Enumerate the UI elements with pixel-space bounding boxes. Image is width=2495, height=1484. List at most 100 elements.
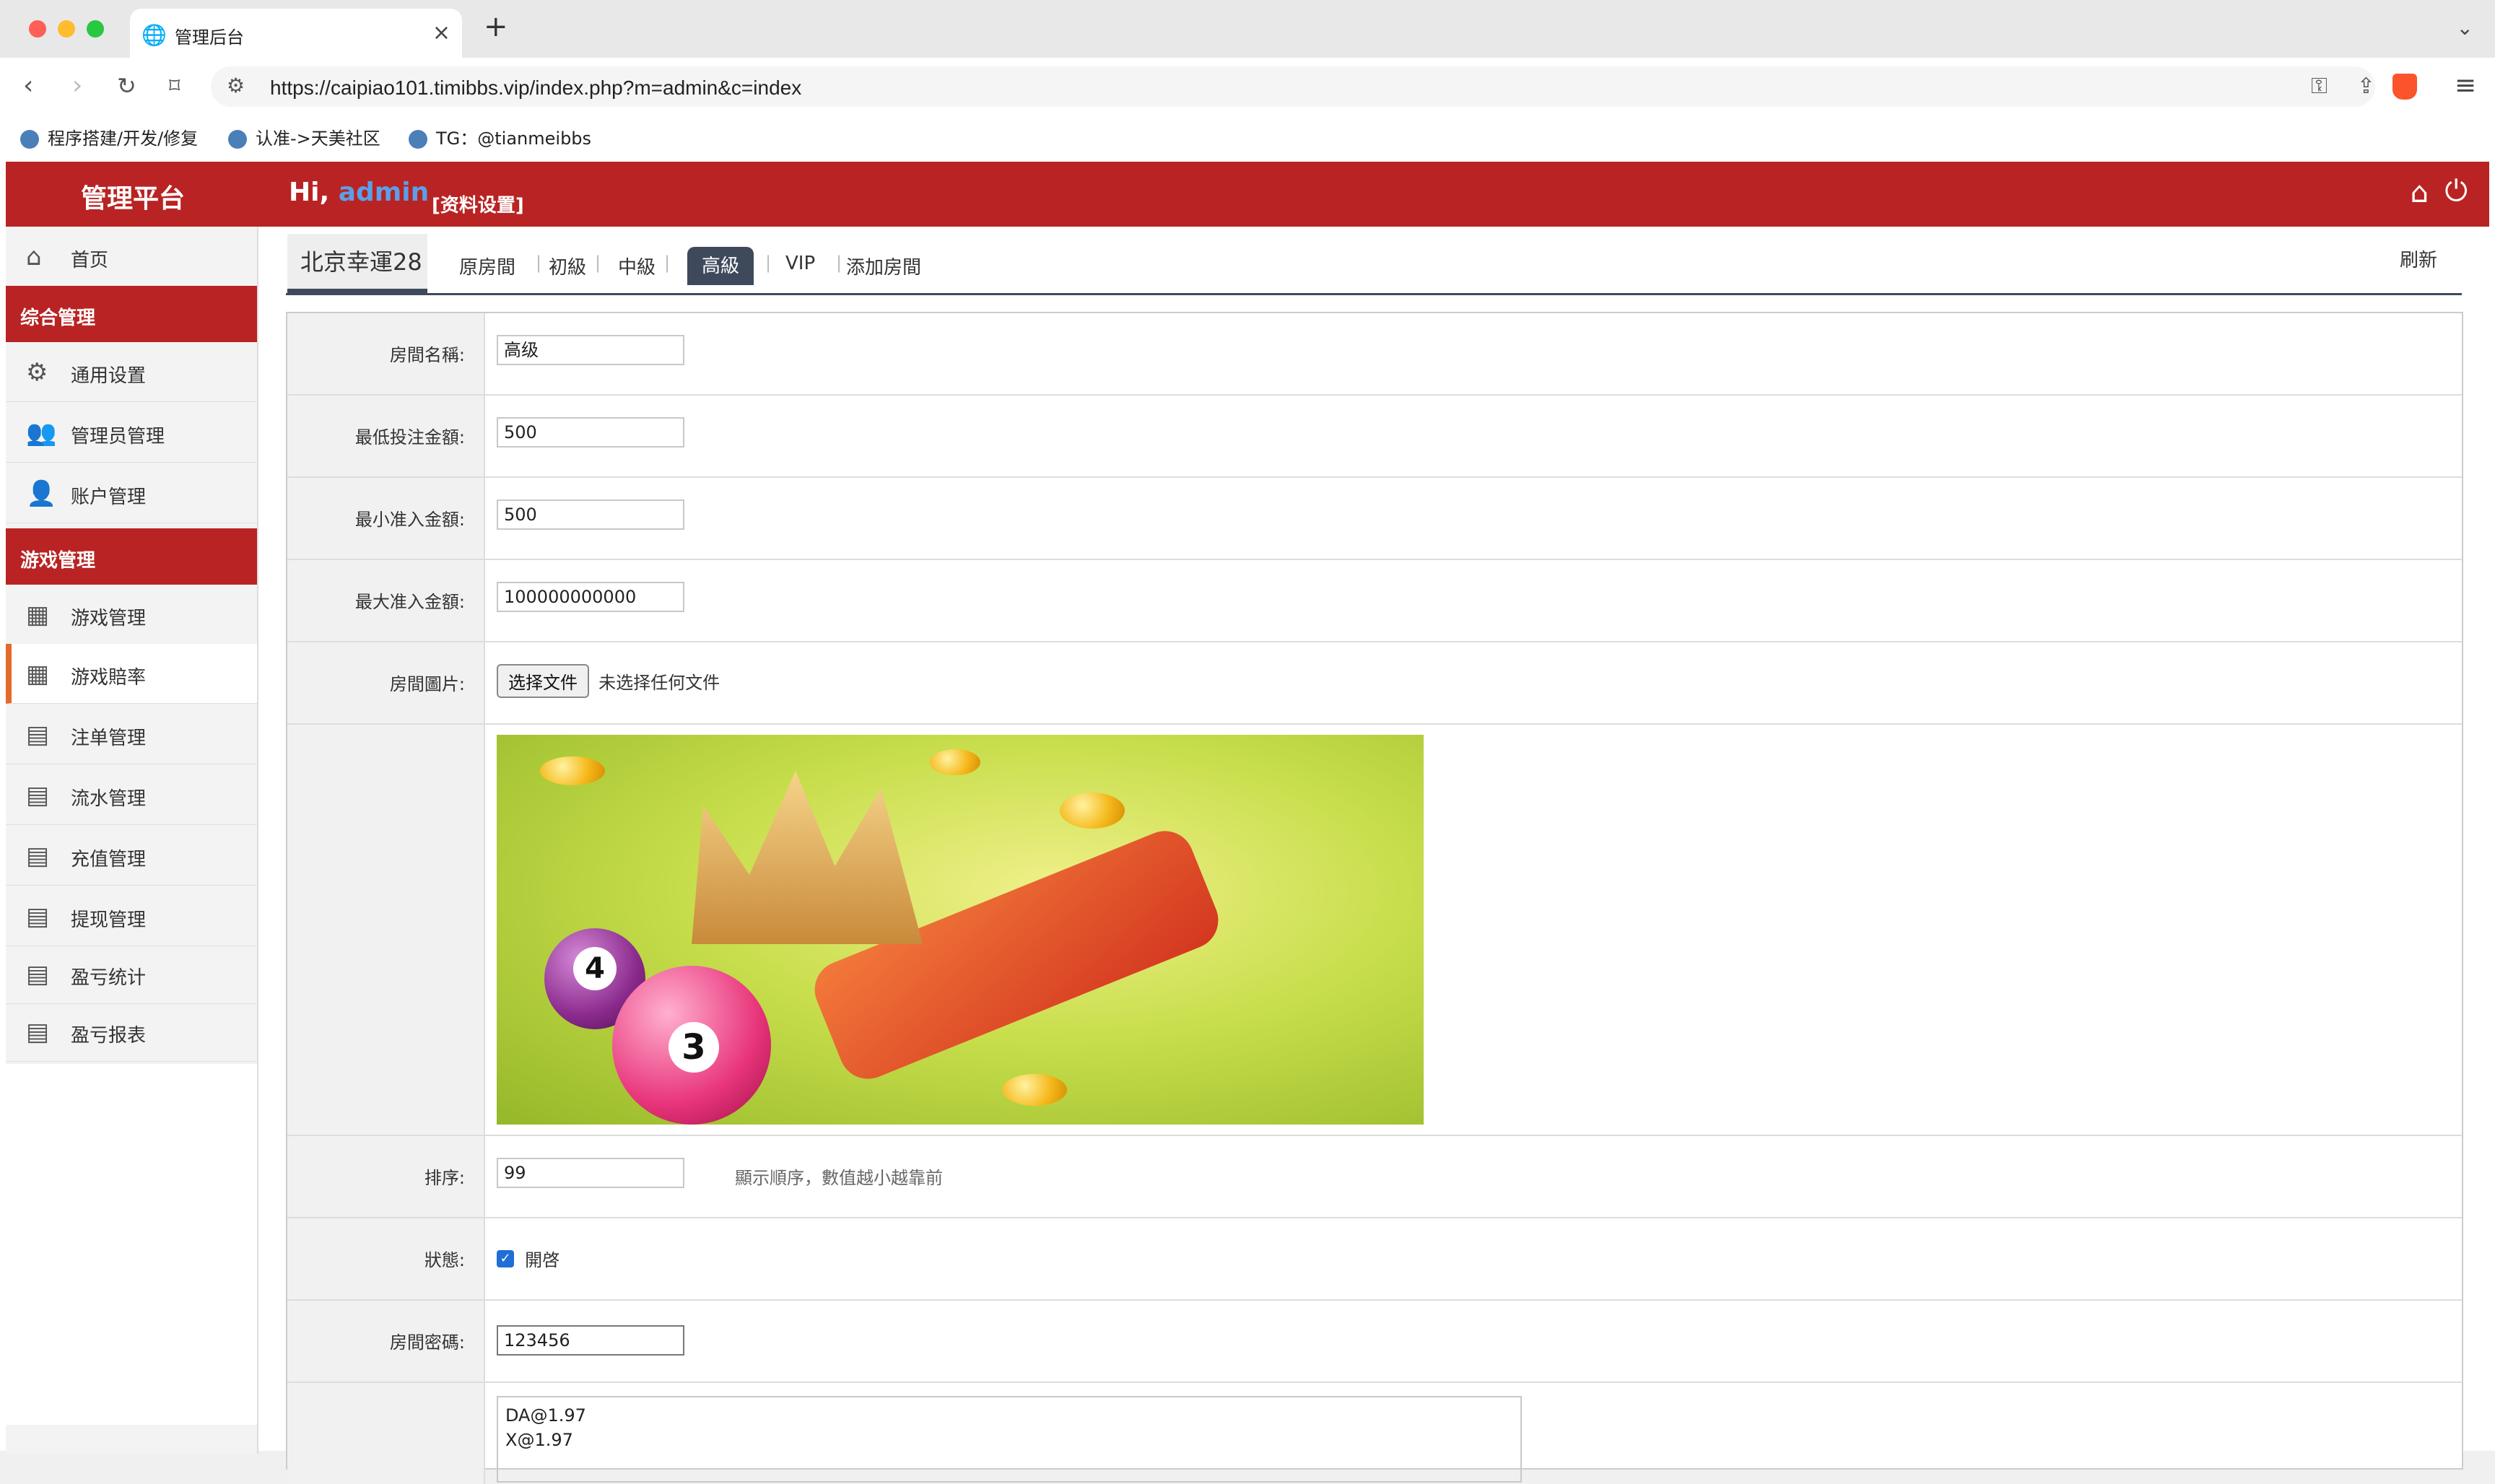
browser-toolbar: ‹ › ↻ ⌑ ⚙ https://caipiao101.timibbs.vip… <box>0 58 2495 115</box>
max-entry-input[interactable]: 100000000000 <box>497 582 684 612</box>
sort-input[interactable]: 99 <box>497 1158 684 1188</box>
password-label: 房間密碼: <box>389 1332 465 1353</box>
odds-textarea[interactable]: DA@1.97 X@1.97 <box>497 1396 1522 1483</box>
document-icon: ▤ <box>26 842 50 870</box>
document-icon: ▤ <box>26 1018 50 1047</box>
tab-add-room[interactable]: 添加房間 <box>846 253 921 279</box>
tab-divider: | <box>536 253 542 273</box>
sidebar-item-flow[interactable]: ▤ 流水管理 <box>6 765 257 825</box>
tab-advanced[interactable]: 高級 <box>687 247 754 285</box>
window-maximize-button[interactable] <box>87 20 104 38</box>
greeting: Hi, admin <box>289 178 430 207</box>
main-content: 北京幸運28 原房間 | 初級 | 中級 | 高級 | VIP | 添加房間 刷… <box>286 227 2463 1484</box>
sidebar-blank <box>6 1064 257 1425</box>
home-icon[interactable]: ⌂ <box>2411 176 2429 209</box>
sort-label: 排序: <box>424 1168 465 1188</box>
document-icon: ▤ <box>26 720 50 749</box>
user-icon: 👤 <box>26 479 57 508</box>
url-text[interactable]: https://caipiao101.timibbs.vip/index.php… <box>270 77 801 100</box>
sidebar-item-admin-manage[interactable]: 👥 管理员管理 <box>6 403 257 463</box>
bookmark-item[interactable]: 程序搭建/开发/修复 <box>20 124 198 149</box>
room-banner-image: 4 3 <box>497 735 1424 1125</box>
address-bar[interactable]: ⚙ https://caipiao101.timibbs.vip/index.p… <box>211 66 2375 107</box>
document-icon: ▤ <box>26 960 50 989</box>
password-input[interactable]: 123456 <box>497 1325 684 1356</box>
row-status: 狀態: ✓ 開啓 <box>287 1218 2462 1301</box>
row-password: 房間密碼: 123456 <box>287 1301 2462 1383</box>
max-entry-label: 最大准入金額: <box>354 592 465 612</box>
gear-icon: ⚙ <box>26 358 48 387</box>
sidebar-item-profit-report[interactable]: ▤ 盈亏报表 <box>6 1002 257 1062</box>
bookmark-item[interactable]: 认准->天美社区 <box>228 124 380 149</box>
tab-underline <box>286 293 2462 295</box>
tab-title: 管理后台 <box>175 27 244 48</box>
sidebar-item-withdraw[interactable]: ▤ 提现管理 <box>6 886 257 946</box>
status-option-label: 開啓 <box>525 1250 560 1270</box>
min-bet-label: 最低投注金額: <box>354 427 465 448</box>
users-icon: 👥 <box>26 419 57 448</box>
min-bet-input[interactable]: 500 <box>497 417 684 448</box>
row-room-name: 房間名稱: 高级 <box>287 313 2462 396</box>
admin-header: 管理平台 Hi, admin [资料设置] ⌂ ⏻ <box>6 162 2489 227</box>
back-icon[interactable]: ‹ <box>23 71 33 100</box>
sidebar-item-recharge[interactable]: ▤ 充值管理 <box>6 826 257 886</box>
row-image-preview: 4 3 <box>287 725 2462 1136</box>
menu-icon[interactable]: ≡ <box>2455 71 2476 100</box>
site-icon <box>228 130 247 149</box>
window-close-button[interactable] <box>29 20 46 38</box>
sidebar-item-game-manage[interactable]: ▦ 游戏管理 <box>6 585 257 645</box>
document-icon: ▤ <box>26 781 50 810</box>
bookmark-item[interactable]: TG：@tianmeibbs <box>409 124 591 149</box>
file-status: 未选择任何文件 <box>598 673 720 693</box>
row-max-entry: 最大准入金額: 100000000000 <box>287 560 2462 642</box>
row-min-bet: 最低投注金額: 500 <box>287 396 2462 478</box>
tab-close-icon[interactable]: × <box>432 20 450 45</box>
odds-line: DA@1.97 <box>505 1405 586 1426</box>
sidebar-item-game-odds[interactable]: ▦ 游戏賠率 <box>6 644 257 704</box>
sidebar-item-home[interactable]: ⌂ 首页 <box>6 227 257 287</box>
tab-intermediate[interactable]: 中級 <box>618 253 656 279</box>
site-icon <box>409 130 427 149</box>
sidebar-item-profit-stats[interactable]: ▤ 盈亏统计 <box>6 944 257 1004</box>
room-image-label: 房間圖片: <box>389 674 465 694</box>
sidebar-group-games[interactable]: 游戏管理 <box>6 528 257 585</box>
status-checkbox[interactable]: ✓ <box>497 1249 514 1267</box>
profile-settings-link[interactable]: [资料设置] <box>432 191 524 217</box>
site-settings-icon[interactable]: ⚙ <box>227 74 245 97</box>
room-name-label: 房間名稱: <box>389 345 465 365</box>
game-title-tab: 北京幸運28 <box>287 234 427 293</box>
sidebar: ⌂ 首页 综合管理 ⚙ 通用设置 👥 管理员管理 👤 账户管理 游戏管理 ▦ 游… <box>6 227 258 1454</box>
brave-shield-icon[interactable] <box>2392 74 2417 100</box>
sidebar-item-orders[interactable]: ▤ 注单管理 <box>6 704 257 764</box>
window-minimize-button[interactable] <box>58 20 75 38</box>
sidebar-group-general[interactable]: 综合管理 <box>6 286 257 342</box>
tab-vip[interactable]: VIP <box>785 253 815 274</box>
share-icon[interactable]: ⇪ <box>2357 74 2375 99</box>
room-form: 房間名稱: 高级 最低投注金額: 500 最小准入金額: 500 最大准入金額:… <box>286 312 2463 1484</box>
key-icon[interactable]: ⚿ <box>2311 74 2328 99</box>
min-entry-input[interactable]: 500 <box>497 499 684 530</box>
apps-icon: ▦ <box>26 660 50 689</box>
browser-tab[interactable]: 🌐 管理后台 × <box>130 9 462 58</box>
tab-divider: | <box>664 253 671 273</box>
document-icon: ▤ <box>26 902 50 931</box>
new-tab-icon[interactable]: + <box>484 10 508 43</box>
forward-icon[interactable]: › <box>72 71 82 100</box>
bookmark-icon[interactable]: ⌑ <box>169 74 180 99</box>
refresh-link[interactable]: 刷新 <box>2400 245 2437 272</box>
row-sort: 排序: 99 顯示順序，數值越小越靠前 <box>287 1136 2462 1218</box>
tab-beginner[interactable]: 初級 <box>549 253 586 279</box>
choose-file-button[interactable]: 选择文件 <box>497 664 589 698</box>
sidebar-item-account-manage[interactable]: 👤 账户管理 <box>6 463 257 523</box>
odds-line: X@1.97 <box>505 1430 573 1450</box>
power-icon[interactable]: ⏻ <box>2444 175 2468 208</box>
sidebar-item-general-settings[interactable]: ⚙ 通用设置 <box>6 342 257 402</box>
apps-icon: ▦ <box>26 601 50 629</box>
username: admin <box>338 178 430 207</box>
tab-original-room[interactable]: 原房間 <box>459 253 515 279</box>
chevron-down-icon[interactable]: ⌄ <box>2457 16 2473 40</box>
reload-icon[interactable]: ↻ <box>117 72 136 100</box>
bookmarks-bar: 程序搭建/开发/修复 认准->天美社区 TG：@tianmeibbs <box>0 115 2495 157</box>
room-name-input[interactable]: 高级 <box>497 335 684 365</box>
tab-divider: | <box>836 253 842 273</box>
